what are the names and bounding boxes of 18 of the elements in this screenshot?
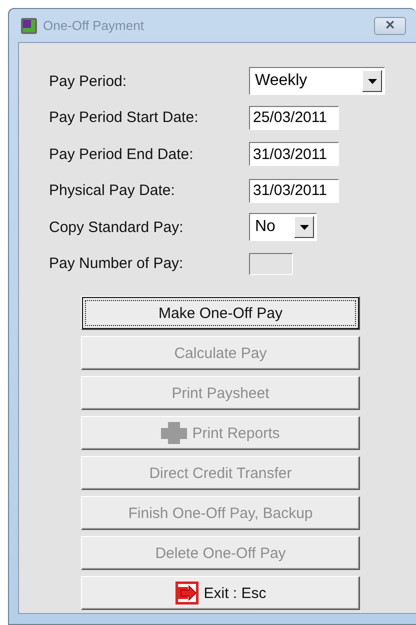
input-field[interactable] [249, 252, 293, 275]
exit-icon [174, 581, 199, 605]
dropdown[interactable]: Weekly [249, 67, 385, 96]
app-icon [21, 18, 37, 34]
field-label: Pay Period End Date: [49, 146, 194, 163]
input-field[interactable]: 31/03/2011 [249, 142, 339, 166]
field-label: Physical Pay Date: [49, 182, 176, 200]
dropdown[interactable]: No [249, 213, 317, 242]
close-button[interactable]: × [374, 17, 406, 35]
action-button[interactable]: Exit : Esc [81, 576, 360, 610]
field-label: Copy Standard Pay: [49, 218, 184, 236]
field-label: Pay Number of Pay: [49, 255, 184, 272]
action-button[interactable]: Make One-Off Pay [81, 296, 360, 330]
input-field[interactable]: 31/03/2011 [249, 178, 339, 203]
window-title: One-Off Payment [43, 18, 144, 33]
input-field[interactable]: 25/03/2011 [249, 106, 339, 130]
field-label: Pay Period Start Date: [49, 109, 200, 126]
field-label: Pay Period: [49, 72, 128, 90]
